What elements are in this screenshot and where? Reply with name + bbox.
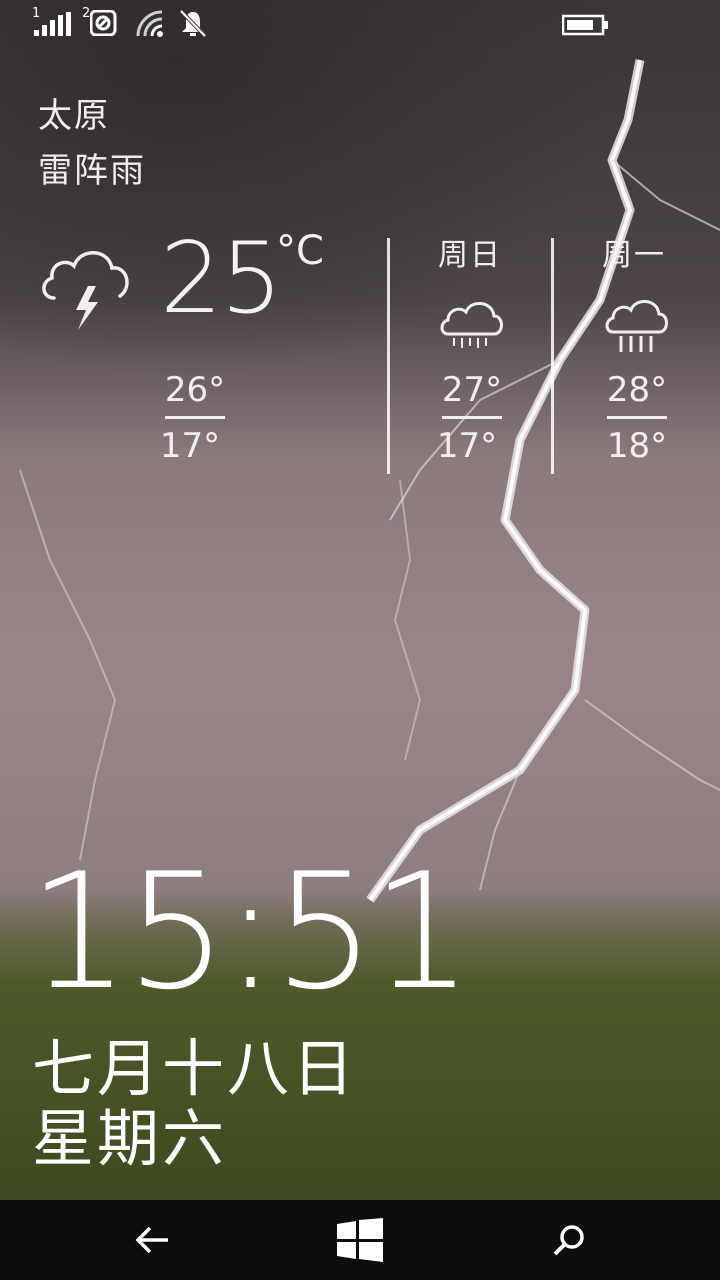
back-button[interactable] — [92, 1200, 212, 1280]
hilo-divider — [165, 416, 225, 419]
hilo-divider — [442, 416, 502, 419]
rain-icon — [440, 302, 503, 348]
status-bar: 1 2 — [0, 0, 720, 50]
search-button[interactable] — [510, 1200, 630, 1280]
temperature-unit: °C — [276, 228, 324, 274]
forecast-high: 28° — [606, 370, 668, 410]
current-temperature: 25 — [160, 222, 283, 336]
sim2-signal-icon — [90, 10, 117, 36]
battery-icon — [562, 14, 608, 36]
hilo-divider — [607, 416, 667, 419]
forecast-day-label: 周一 — [602, 238, 666, 273]
windows-start-icon — [337, 1218, 383, 1262]
weather-city: 太原 — [38, 96, 110, 136]
signal-icon — [34, 12, 71, 36]
lockscreen-time: 15:51 — [28, 838, 473, 1025]
forecast-separator — [551, 238, 554, 474]
weather-condition: 雷阵雨 — [38, 151, 146, 191]
forecast-high: 27° — [441, 370, 503, 410]
forecast-separator — [387, 238, 390, 474]
wifi-icon — [136, 10, 163, 37]
quiet-hours-bell-icon — [179, 9, 207, 38]
today-high: 26° — [164, 370, 226, 410]
back-icon — [135, 1226, 168, 1254]
start-button[interactable] — [300, 1200, 420, 1280]
lockscreen-weekday: 星期六 — [32, 1102, 228, 1175]
search-icon — [553, 1225, 584, 1256]
forecast-low: 17° — [436, 426, 498, 466]
today-low: 17° — [159, 426, 221, 466]
rain-icon — [605, 300, 668, 352]
forecast-low: 18° — [606, 426, 668, 466]
navigation-bar — [0, 1200, 720, 1280]
forecast-day-label: 周日 — [438, 238, 502, 273]
thunderstorm-icon — [42, 251, 129, 330]
